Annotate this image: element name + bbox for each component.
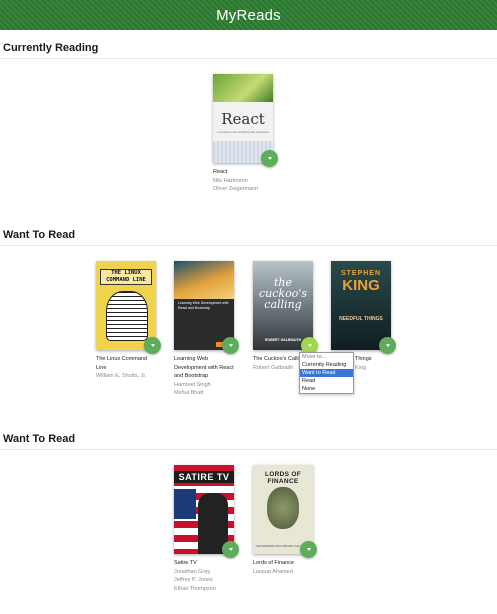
app-title: MyReads (216, 6, 281, 24)
option-currently-reading[interactable]: Currently Reading (300, 361, 353, 369)
book-cover[interactable]: React A Complete Guide to Building Web A… (213, 74, 273, 163)
cover-line3: NEEDFUL THINGS (339, 316, 383, 322)
shelf-changer-button[interactable] (222, 337, 239, 354)
shelf-divider (0, 449, 497, 450)
book-author: Liaquat Ahamed (253, 568, 293, 575)
book-author: Nils Hartmann (213, 177, 248, 184)
shelf-select-dropdown[interactable]: Move to... Currently Reading Want to Rea… (299, 352, 354, 394)
app-header: MyReads (0, 0, 497, 30)
option-want-to-read[interactable]: Want to Read (300, 369, 353, 377)
book-cover[interactable]: THE LINUX COMMAND LINE (96, 261, 156, 350)
book-title: React (213, 169, 228, 175)
book-cover[interactable]: Learning Web Development with React and … (174, 261, 234, 350)
book-cover[interactable]: SATIRE TV (174, 465, 234, 554)
shelf-divider (0, 245, 497, 246)
shelf-title-currently-reading: Currently Reading (3, 42, 99, 54)
cover-line1: STEPHEN (340, 270, 382, 277)
shelf-changer-button[interactable] (261, 150, 278, 167)
shelf-changer-button[interactable] (300, 541, 317, 558)
book-title: The Linux Command Line (96, 356, 148, 371)
book-cover[interactable]: LORDS OF FINANCE THE BANKERS WHO BROKE T… (253, 465, 313, 554)
shelf-changer-button[interactable] (144, 337, 161, 354)
cover-title: THE LINUX COMMAND LINE (100, 269, 152, 285)
book-react: React A Complete Guide to Building Web A… (213, 74, 275, 194)
cover-title: LORDS OF FINANCE (265, 471, 301, 485)
shelf-changer-button[interactable] (379, 337, 396, 354)
shelf-changer-button[interactable] (222, 541, 239, 558)
book-satire-tv: SATIRE TV Satire TV Jonathan Gray Jeffre… (174, 465, 236, 593)
book-author: Mehul Bhatt (174, 390, 204, 396)
book-cover[interactable]: the cuckoo's calling ROBERT GALBRAITH (253, 261, 313, 350)
book-author: Oliver Zeigermann (213, 186, 259, 192)
book-author: Ethan Thompson (174, 585, 216, 592)
book-title: Lords of Finance (253, 560, 294, 566)
cover-title: the cuckoo's calling (259, 276, 307, 311)
cover-subtitle: A Complete Guide to Building Web Applica… (216, 131, 270, 134)
cover-title: SATIRE TV (174, 471, 234, 483)
book-author: Jonathan Gray (174, 568, 211, 575)
cover-title: Learning Web Development with React and … (178, 301, 229, 310)
book-author: William E. Shotts, Jr. (96, 373, 147, 379)
option-read[interactable]: Read (300, 377, 353, 385)
dropdown-header: Move to... (302, 354, 327, 360)
shelf-title-want-to-read-2: Want To Read (3, 433, 76, 445)
book-title: Learning Web Development with React and … (174, 356, 234, 379)
book-linux-command-line: THE LINUX COMMAND LINE The Linux Command… (96, 261, 158, 381)
book-lords-of-finance: LORDS OF FINANCE THE BANKERS WHO BROKE T… (253, 465, 315, 576)
cover-line2: KING (342, 277, 380, 294)
book-cover[interactable]: STEPHEN KING NEEDFUL THINGS (331, 261, 391, 350)
option-none[interactable]: None (300, 385, 353, 393)
book-learning-web-development: Learning Web Development with React and … (174, 261, 236, 398)
shelf-divider (0, 58, 497, 59)
book-author: Jeffrey P. Jones (174, 577, 213, 583)
cover-title: React (221, 110, 265, 128)
book-author: Harmeet Singh (174, 381, 211, 388)
book-title: Satire TV (174, 560, 197, 566)
shelf-title-want-to-read: Want To Read (3, 229, 76, 241)
